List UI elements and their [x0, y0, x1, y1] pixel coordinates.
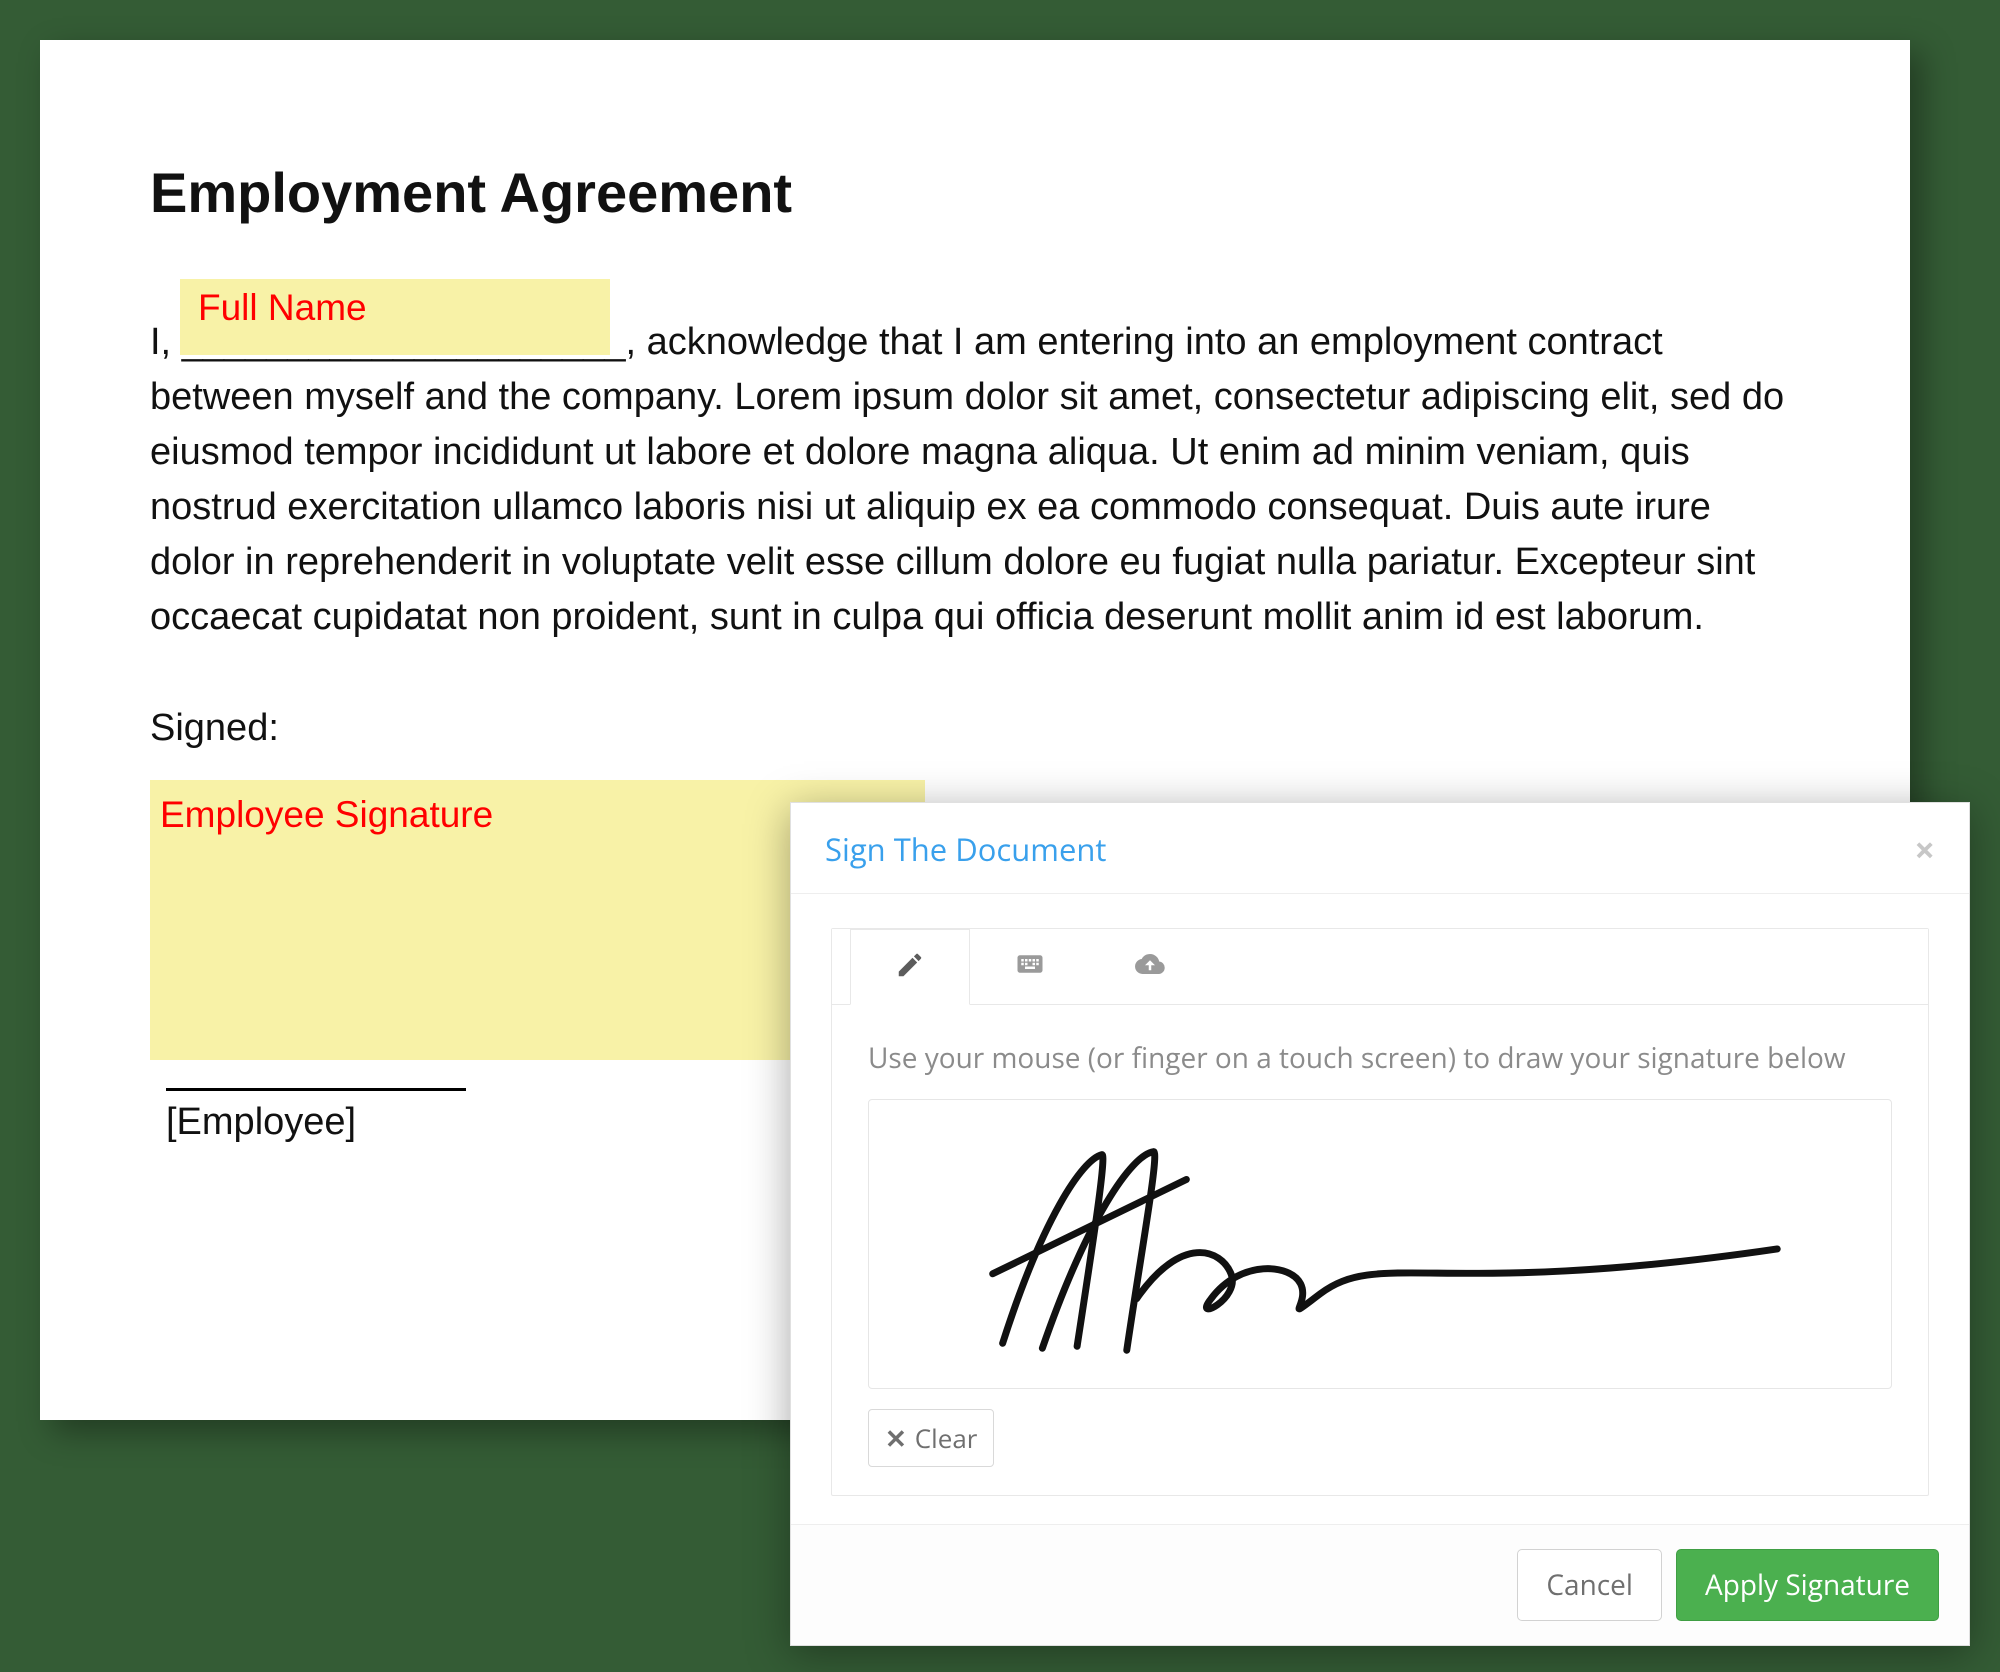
signed-label: Signed:: [150, 701, 1800, 756]
x-icon: ✕: [885, 1420, 907, 1456]
close-icon[interactable]: ×: [1914, 832, 1935, 868]
pen-icon: [895, 950, 925, 985]
signature-stroke: [869, 1100, 1891, 1388]
body-main: , acknowledge that I am entering into an…: [150, 321, 1784, 638]
signature-tabs: [832, 929, 1928, 1005]
cancel-button[interactable]: Cancel: [1517, 1549, 1662, 1621]
modal-footer: Cancel Apply Signature: [791, 1524, 1969, 1645]
cloud-icon: [1135, 949, 1165, 984]
sign-document-modal: Sign The Document ×: [790, 802, 1970, 1646]
tab-type[interactable]: [970, 928, 1090, 1004]
document-title: Employment Agreement: [150, 160, 1800, 225]
signature-line: [166, 1088, 466, 1091]
body-first-line: Full Name I, _____________________, ackn…: [150, 315, 1800, 646]
modal-title: Sign The Document: [825, 829, 1106, 871]
clear-label: Clear: [915, 1420, 978, 1456]
clear-button[interactable]: ✕ Clear: [868, 1409, 994, 1467]
keyboard-icon: [1015, 949, 1045, 984]
full-name-field-label: Full Name: [198, 281, 367, 335]
tab-content-draw: Use your mouse (or finger on a touch scr…: [832, 1005, 1928, 1495]
modal-header: Sign The Document ×: [791, 803, 1969, 894]
signature-field-label: Employee Signature: [160, 788, 493, 842]
tab-draw[interactable]: [850, 929, 970, 1005]
signature-tab-panel: Use your mouse (or finger on a touch scr…: [831, 928, 1929, 1496]
apply-signature-button[interactable]: Apply Signature: [1676, 1549, 1939, 1621]
body-prefix: I,: [150, 321, 182, 363]
modal-body: Use your mouse (or finger on a touch scr…: [791, 894, 1969, 1524]
draw-instruction: Use your mouse (or finger on a touch scr…: [868, 1039, 1892, 1077]
tab-upload[interactable]: [1090, 928, 1210, 1004]
signature-canvas[interactable]: [868, 1099, 1892, 1389]
